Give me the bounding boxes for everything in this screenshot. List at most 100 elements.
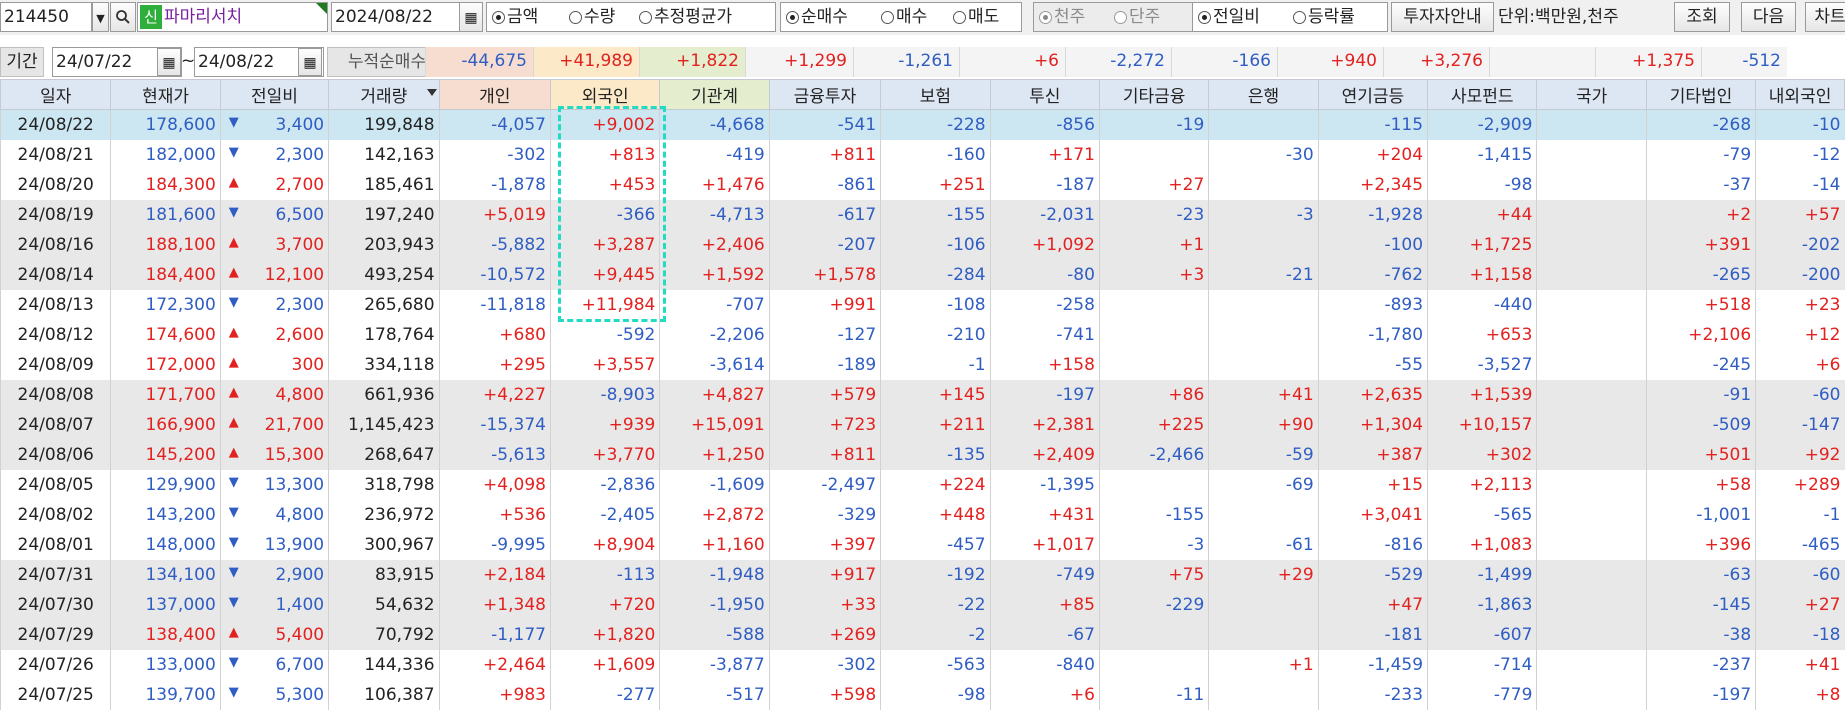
table-row[interactable]: 24/08/21 182,000 ▼ 2,300 142,163 -302 +813 -419… <box>0 139 1845 170</box>
change-cell: ▼ 3,400 <box>219 109 329 140</box>
radio-label: 단주 <box>1129 7 1161 27</box>
investor-value-cell: -3,527 <box>1427 349 1537 380</box>
investor-value-cell: -607 <box>1427 619 1537 650</box>
table-row[interactable]: 24/08/09 172,000 ▲ 300 334,118 +295 +3,557 -3,6… <box>0 349 1845 380</box>
table-row[interactable]: 24/07/30 137,000 ▼ 1,400 54,632 +1,348 +720 -1,… <box>0 589 1845 620</box>
table-row[interactable]: 24/08/16 188,100 ▲ 3,700 203,943 -5,882 +3,287… <box>0 229 1845 260</box>
radio-label: 전일비 <box>1213 7 1260 27</box>
table-row[interactable]: 24/08/05 129,900 ▼ 13,300 318,798 +4,098 -2,83… <box>0 469 1845 500</box>
sort-dropdown-icon[interactable] <box>426 89 437 96</box>
table-row[interactable]: 24/08/22 178,600 ▼ 3,400 199,848 -4,057 +9,002… <box>0 109 1845 140</box>
calendar-icon: ▦ <box>464 10 478 26</box>
investor-value-cell: +4,098 <box>438 469 551 500</box>
from-calendar-button[interactable]: ▦ <box>157 48 181 76</box>
table-row[interactable]: 24/08/02 143,200 ▼ 4,800 236,972 +536 -2,405 +2… <box>0 499 1845 530</box>
radio-quantity[interactable]: 수량 <box>569 3 615 31</box>
column-header[interactable]: 외국인 <box>549 79 661 110</box>
investor-value-cell: +295 <box>438 349 551 380</box>
table-row[interactable]: 24/07/31 134,100 ▼ 2,900 83,915 +2,184 -113 -1,… <box>0 559 1845 590</box>
change-value: 300 <box>291 354 325 375</box>
table-row[interactable]: 24/08/19 181,600 ▼ 6,500 197,240 +5,019 -366 -4… <box>0 199 1845 230</box>
radio-amount[interactable]: 금액 <box>492 3 538 31</box>
column-header[interactable]: 기타법인 <box>1645 79 1757 110</box>
investor-value-cell: +225 <box>1098 409 1209 440</box>
radio-buy[interactable]: 매수 <box>881 3 927 31</box>
investor-value-cell: -741 <box>989 319 1100 350</box>
column-header[interactable]: 현재가 <box>110 79 221 110</box>
cumulative-value: -44,675 <box>425 47 533 77</box>
to-calendar-button[interactable]: ▦ <box>298 48 322 76</box>
column-header[interactable]: 내외국인 <box>1755 79 1845 110</box>
volume-cell: 106,387 <box>328 679 440 710</box>
investor-value-cell: -265 <box>1645 259 1756 290</box>
investor-value-cell <box>1208 289 1319 320</box>
column-header[interactable]: 거래량 <box>328 79 440 110</box>
investor-value-cell <box>1536 499 1647 530</box>
table-row[interactable]: 24/08/06 145,200 ▲ 15,300 268,647 -5,613 +3,77… <box>0 439 1845 470</box>
investor-value-cell <box>1536 619 1647 650</box>
investor-value-cell: -233 <box>1317 679 1428 710</box>
column-header[interactable]: 전일비 <box>219 79 330 110</box>
price-cell: 148,000 <box>110 529 221 560</box>
radio-rate[interactable]: 등락률 <box>1293 3 1355 31</box>
table-row[interactable]: 24/08/20 184,300 ▲ 2,700 185,461 -1,878 +453 +1… <box>0 169 1845 200</box>
column-header[interactable]: 연기금등 <box>1317 79 1429 110</box>
column-header[interactable]: 국가 <box>1536 79 1647 110</box>
date-input[interactable]: 2024/08/22 <box>331 2 463 32</box>
calendar-button[interactable]: ▦ <box>459 2 483 32</box>
table-row[interactable]: 24/08/12 174,600 ▲ 2,600 178,764 +680 -592 -2,2… <box>0 319 1845 350</box>
search-icon <box>116 10 130 24</box>
table-row[interactable]: 24/08/14 184,400 ▲ 12,100 493,254 -10,572 +9,4… <box>0 259 1845 290</box>
column-header[interactable]: 은행 <box>1208 79 1319 110</box>
arrow-down-icon: ▼ <box>228 504 239 520</box>
change-value: 13,900 <box>264 534 325 555</box>
investor-value-cell: -1,609 <box>659 469 770 500</box>
table-row[interactable]: 24/08/13 172,300 ▼ 2,300 265,680 -11,818 +11,9… <box>0 289 1845 320</box>
stock-name-field[interactable]: 신 파마리서치 <box>137 2 328 32</box>
volume-cell: 265,680 <box>328 289 440 320</box>
investor-value-cell: +6 <box>989 679 1100 710</box>
column-header[interactable]: 기관계 <box>659 79 770 110</box>
investor-value-cell: -2,206 <box>659 319 770 350</box>
change-value: 3,700 <box>275 234 325 255</box>
radio-sell[interactable]: 매도 <box>953 3 999 31</box>
investor-value-cell <box>1098 139 1209 170</box>
investor-value-cell: +15,091 <box>659 409 770 440</box>
column-header[interactable]: 일자 <box>0 79 112 110</box>
investor-value-cell: -268 <box>1645 109 1756 140</box>
investor-value-cell <box>1536 169 1647 200</box>
radio-prev-day[interactable]: 전일비 <box>1198 3 1260 31</box>
table-row[interactable]: 24/07/29 138,400 ▲ 5,400 70,792 -1,177 +1,820-… <box>0 619 1845 650</box>
investor-value-cell: +58 <box>1645 469 1756 500</box>
radio-avg-price[interactable]: 추정평균가 <box>639 3 732 31</box>
table-row[interactable]: 24/08/07 166,900 ▲ 21,700 1,145,423 -15,374 +9… <box>0 409 1845 440</box>
investor-value-cell: -187 <box>989 169 1100 200</box>
next-button[interactable]: 다음 <box>1741 2 1796 32</box>
code-dropdown-button[interactable]: ▼ <box>92 2 109 32</box>
column-header[interactable]: 기타금융 <box>1098 79 1210 110</box>
column-header[interactable]: 보험 <box>880 79 991 110</box>
investor-value-cell <box>1208 109 1319 140</box>
investor-info-button[interactable]: 투자자안내 <box>1391 2 1494 32</box>
radio-net-buy[interactable]: 순매수 <box>786 3 848 31</box>
investor-value-cell: -3,614 <box>659 349 770 380</box>
search-button[interactable] <box>110 2 136 32</box>
chart-button[interactable]: 차트 <box>1805 2 1845 32</box>
stock-code-input[interactable]: 214450 <box>0 2 92 32</box>
column-header[interactable]: 투신 <box>989 79 1100 110</box>
cumulative-value: +1,375 <box>1595 47 1701 77</box>
query-button[interactable]: 조회 <box>1674 2 1730 32</box>
table-row[interactable]: 24/07/25 139,700 ▼ 5,300 106,387 +983 -277 -517… <box>0 679 1845 710</box>
investor-value-cell: -19 <box>1098 109 1209 140</box>
table-row[interactable]: 24/07/26 133,000 ▼ 6,700 144,336 +2,464 +1,609… <box>0 649 1845 680</box>
column-header[interactable]: 금융투자 <box>768 79 882 110</box>
table-row[interactable]: 24/08/01 148,000 ▼ 13,900 300,967 -9,995 +8,90… <box>0 529 1845 560</box>
investor-value-cell: +2,872 <box>659 499 770 530</box>
investor-value-cell <box>1536 649 1647 680</box>
price-cell: 143,200 <box>110 499 221 530</box>
investor-value-cell: +811 <box>768 439 881 470</box>
column-header[interactable]: 사모펀드 <box>1427 79 1538 110</box>
column-header[interactable]: 개인 <box>438 79 551 110</box>
table-row[interactable]: 24/08/08 171,700 ▲ 4,800 661,936 +4,227 -8,903… <box>0 379 1845 410</box>
investor-value-cell: +723 <box>768 409 881 440</box>
